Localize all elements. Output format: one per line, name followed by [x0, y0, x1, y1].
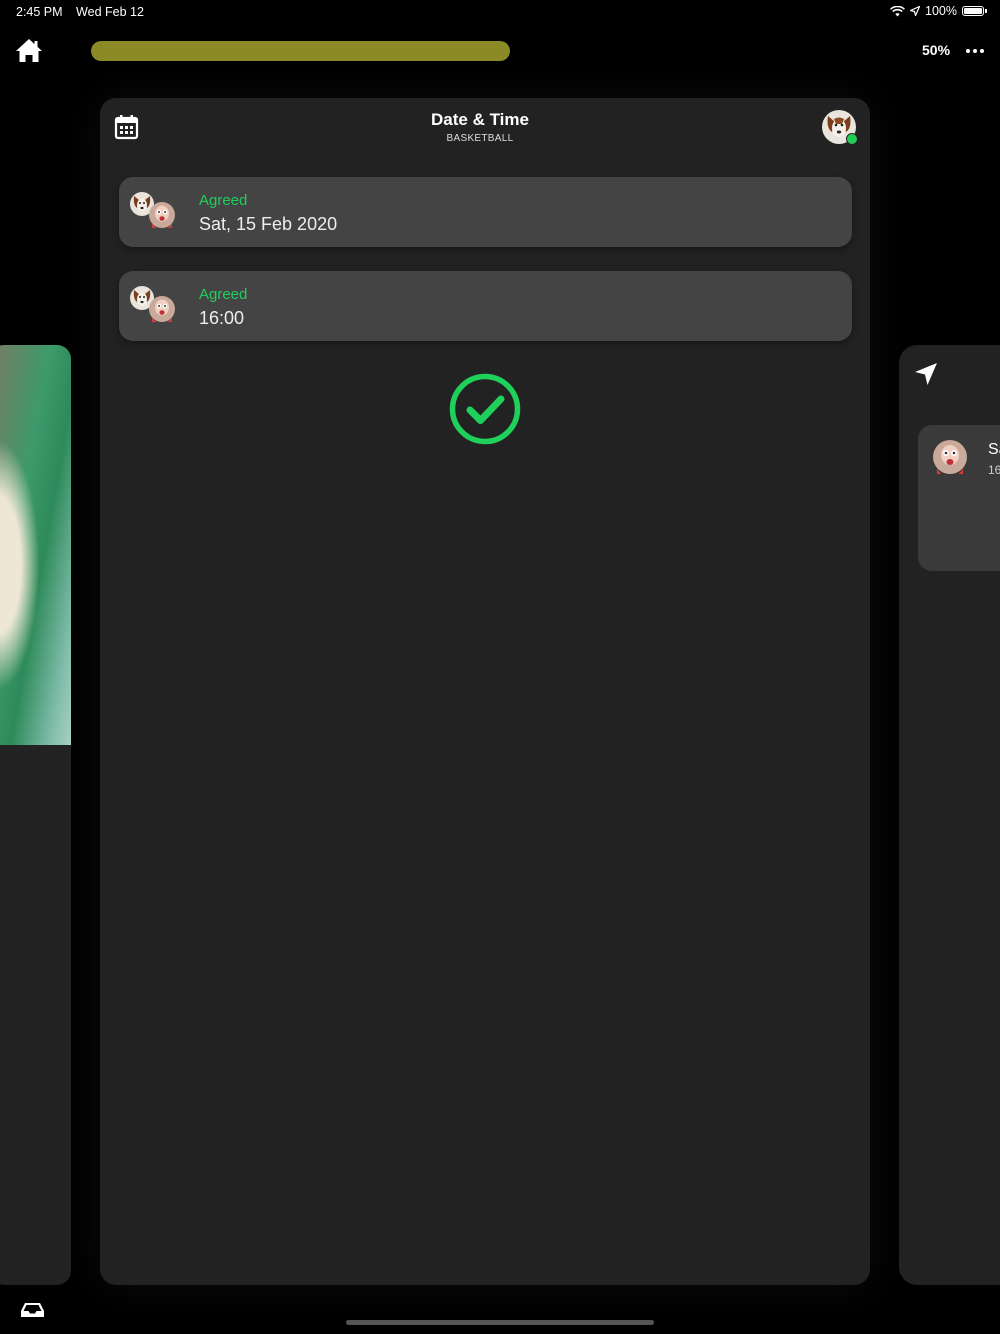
status-time: 2:45 PM — [16, 5, 63, 19]
check-circle-icon[interactable] — [449, 373, 521, 445]
more-icon[interactable] — [966, 44, 988, 58]
battery-percent: 100% — [925, 4, 957, 18]
progress-bar — [91, 41, 510, 61]
status-left: 2:45 PM Wed Feb 12 — [16, 5, 154, 19]
item-value: 16:00 — [199, 308, 245, 328]
card-photo — [0, 345, 71, 745]
online-status-dot — [846, 133, 858, 145]
location-icon — [910, 6, 921, 16]
inbox-icon[interactable] — [20, 1300, 45, 1320]
time-item[interactable]: Agreed 16:00 — [119, 271, 852, 341]
progress-fill — [91, 41, 510, 61]
status-right: 100% — [890, 4, 987, 18]
item-status: Agreed — [199, 192, 248, 209]
participant-avatar — [149, 202, 175, 228]
card-subtitle: BASKETBALL — [446, 133, 514, 144]
item-status: Agreed — [199, 286, 248, 303]
battery-icon — [962, 6, 987, 16]
home-indicator[interactable] — [346, 1320, 654, 1325]
progress-percent: 50% — [922, 42, 951, 58]
next-card[interactable]: Sa 16 — [899, 345, 1000, 1285]
participant-avatar — [933, 440, 967, 474]
home-icon[interactable] — [14, 36, 44, 66]
previous-card[interactable] — [0, 345, 71, 1285]
location-item[interactable]: Sa 16 — [918, 425, 1000, 571]
status-bar: 2:45 PM Wed Feb 12 100% — [0, 0, 1000, 24]
wifi-icon — [890, 5, 905, 16]
date-item[interactable]: Agreed Sat, 15 Feb 2020 — [119, 177, 852, 247]
navigation-arrow-icon — [915, 363, 937, 385]
participant-avatar — [149, 296, 175, 322]
location-item-subtitle: 16 — [988, 463, 1000, 477]
status-date: Wed Feb 12 — [76, 5, 144, 19]
item-value: Sat, 15 Feb 2020 — [199, 214, 338, 234]
card-title: Date & Time — [431, 110, 529, 129]
location-item-title: Sa — [988, 441, 1000, 458]
date-time-card: Date & Time BASKETBALL Agreed Sat, 15 Fe… — [100, 98, 870, 1285]
